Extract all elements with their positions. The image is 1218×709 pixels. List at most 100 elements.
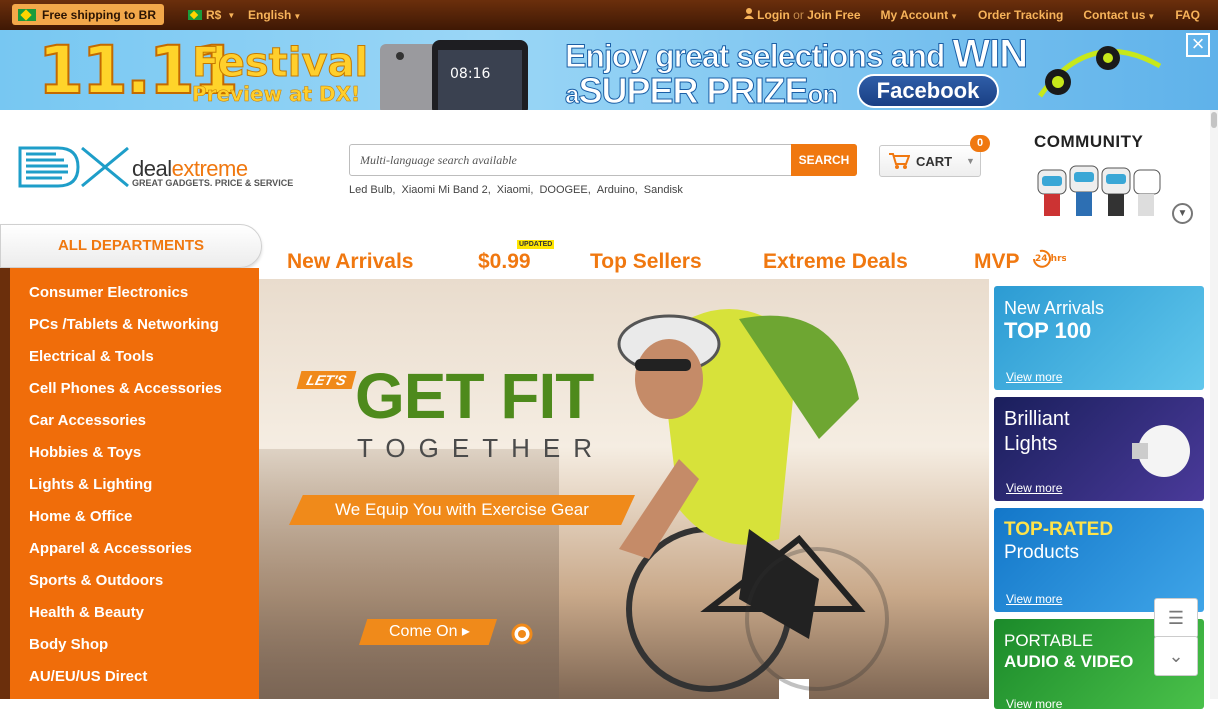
nav-new-arrivals[interactable]: New Arrivals [287, 250, 413, 274]
search-button[interactable]: SEARCH [791, 144, 857, 176]
nav-price-099[interactable]: $0.99 [478, 250, 531, 274]
promo-subtitle: Products [1004, 542, 1079, 563]
chevron-down-icon: ▼ [227, 10, 236, 20]
chevron-down-icon: ▼ [1147, 12, 1156, 21]
facebook-button[interactable]: Facebook [857, 74, 999, 108]
hot-keyword[interactable]: Sandisk [644, 184, 683, 196]
cart-button[interactable]: CART ▼ [879, 145, 981, 177]
promo-title: PORTABLE [1004, 631, 1094, 650]
flag-brazil-icon [188, 10, 202, 20]
chevron-down-icon[interactable]: ▼ [1172, 203, 1193, 224]
hero-subheadline: TOGETHER [357, 433, 605, 463]
hot-keywords: Led Bulb, Xiaomi Mi Band 2, Xiaomi, DOOG… [349, 184, 683, 196]
search-box: SEARCH [349, 144, 857, 176]
free-shipping-selector[interactable]: Free shipping to BR [12, 4, 164, 25]
cart-count-badge: 0 [970, 135, 990, 152]
view-more-link[interactable]: View more [1006, 592, 1062, 606]
department-item[interactable]: Sports & Outdoors [29, 572, 163, 589]
scrollbar[interactable] [1210, 110, 1218, 699]
community-mascots-image[interactable] [1034, 156, 1164, 224]
promo-top-rated[interactable]: TOP-RATED Products View more [994, 508, 1204, 612]
hotspot-icon[interactable] [511, 623, 533, 645]
hero-headline: GET FIT [355, 360, 594, 432]
top-bar: Free shipping to BR R$ ▼ English ▼ Login o… [0, 0, 1218, 30]
department-item[interactable]: Apparel & Accessories [29, 540, 192, 557]
promo-subtitle: Lights [1004, 433, 1058, 455]
login-link[interactable]: Login [757, 8, 790, 22]
earphones-image [1037, 46, 1162, 98]
department-item[interactable]: Car Accessories [29, 412, 146, 429]
hot-keyword[interactable]: Xiaomi Mi Band 2, [401, 184, 490, 196]
free-shipping-label: Free shipping to BR [42, 7, 156, 22]
department-item[interactable]: Lights & Lighting [29, 476, 152, 493]
contact-us-menu[interactable]: Contact us ▼ [1083, 8, 1155, 22]
department-item[interactable]: Health & Beauty [29, 604, 144, 621]
come-on-button[interactable]: Come On ▸ [359, 619, 497, 645]
hero-tagline: We Equip You with Exercise Gear [289, 495, 635, 525]
promo-subtitle: AUDIO & VIDEO [1004, 652, 1134, 671]
cart-icon [889, 153, 910, 169]
banner-line2-c: on [807, 79, 839, 110]
chevron-down-icon: ▼ [293, 12, 302, 21]
community-title[interactable]: COMMUNITY [1034, 132, 1143, 152]
close-icon[interactable]: × [1186, 33, 1210, 57]
nav-top-sellers[interactable]: Top Sellers [590, 250, 702, 274]
chevron-down-icon: ▼ [966, 156, 975, 166]
department-item[interactable]: Body Shop [29, 636, 108, 653]
city-background [259, 449, 559, 699]
department-item[interactable]: Cell Phones & Accessories [29, 380, 222, 397]
login-area: Login or Join Free [743, 8, 861, 22]
nav-mvp[interactable]: MVP [974, 250, 1020, 274]
view-more-link[interactable]: View more [1006, 370, 1062, 384]
hrs-label: 24 hrs [1035, 254, 1066, 264]
department-item[interactable]: Hobbies & Toys [29, 444, 141, 461]
logo-tagline: GREAT GADGETS. PRICE & SERVICE [132, 178, 294, 188]
banner-line1-text: Enjoy great selections and [564, 38, 945, 75]
language-label: English [248, 8, 292, 22]
nav-extreme-deals[interactable]: Extreme Deals [763, 250, 908, 274]
promo-title: Brilliant [1004, 408, 1070, 430]
banner-line2-a: a [564, 79, 580, 110]
join-link[interactable]: Join Free [807, 8, 860, 22]
view-more-link[interactable]: View more [1006, 481, 1062, 495]
user-icon [743, 8, 754, 19]
promo-new-arrivals[interactable]: New Arrivals TOP 100 View more [994, 286, 1204, 390]
currency-selector[interactable]: R$ ▼ [188, 8, 235, 22]
hot-keyword[interactable]: Arduino, [597, 184, 638, 196]
department-item[interactable]: PCs /Tablets & Networking [29, 316, 219, 333]
promo-title: TOP-RATED [1004, 519, 1114, 540]
phone-time: 08:16 [450, 66, 490, 82]
faq-link[interactable]: FAQ [1175, 8, 1200, 22]
department-item[interactable]: Electrical & Tools [29, 348, 154, 365]
my-account-menu[interactable]: My Account ▼ [881, 8, 958, 22]
banner-line2: aSUPER PRIZEon [564, 70, 839, 111]
language-selector[interactable]: English ▼ [248, 8, 301, 22]
cart-label: CART [916, 154, 953, 169]
scroll-down-icon[interactable]: ⌄ [1154, 636, 1198, 676]
hero-banner[interactable]: LET'S GET FIT TOGETHER We Equip You with… [259, 279, 989, 699]
departments-edge [0, 268, 10, 699]
hot-keyword[interactable]: Xiaomi, [497, 184, 534, 196]
account-links: Login or Join Free My Account ▼ Order Tra… [743, 8, 1200, 22]
phone-image: 08:16 [380, 40, 528, 110]
hot-keyword[interactable]: DOOGEE, [539, 184, 590, 196]
banner-win: WIN [952, 32, 1029, 77]
department-item[interactable]: Consumer Electronics [29, 284, 188, 301]
feedback-icon[interactable]: ☰ [1154, 598, 1198, 638]
contact-us-label: Contact us [1083, 8, 1146, 22]
updated-badge: UPDATED [517, 240, 555, 249]
search-input[interactable] [350, 145, 790, 175]
promo-banner[interactable]: 11.11 Festival Preview at DX! 08:16 Enjo… [0, 30, 1218, 110]
or-text: or [793, 8, 804, 22]
scrollbar-thumb[interactable] [1211, 112, 1217, 128]
hot-keyword[interactable]: Led Bulb, [349, 184, 395, 196]
department-item[interactable]: Home & Office [29, 508, 132, 525]
24hrs-icon: 24 hrs [1033, 249, 1066, 268]
banner-line2-b: SUPER PRIZE [578, 70, 809, 111]
department-item[interactable]: AU/EU/US Direct [29, 668, 147, 685]
promo-title: New Arrivals [1004, 298, 1105, 318]
all-departments-button[interactable]: ALL DEPARTMENTS [0, 224, 262, 268]
banner-preview: Preview at DX! [192, 82, 361, 107]
promo-brilliant-lights[interactable]: Brilliant Lights View more [994, 397, 1204, 501]
order-tracking-link[interactable]: Order Tracking [978, 8, 1063, 22]
